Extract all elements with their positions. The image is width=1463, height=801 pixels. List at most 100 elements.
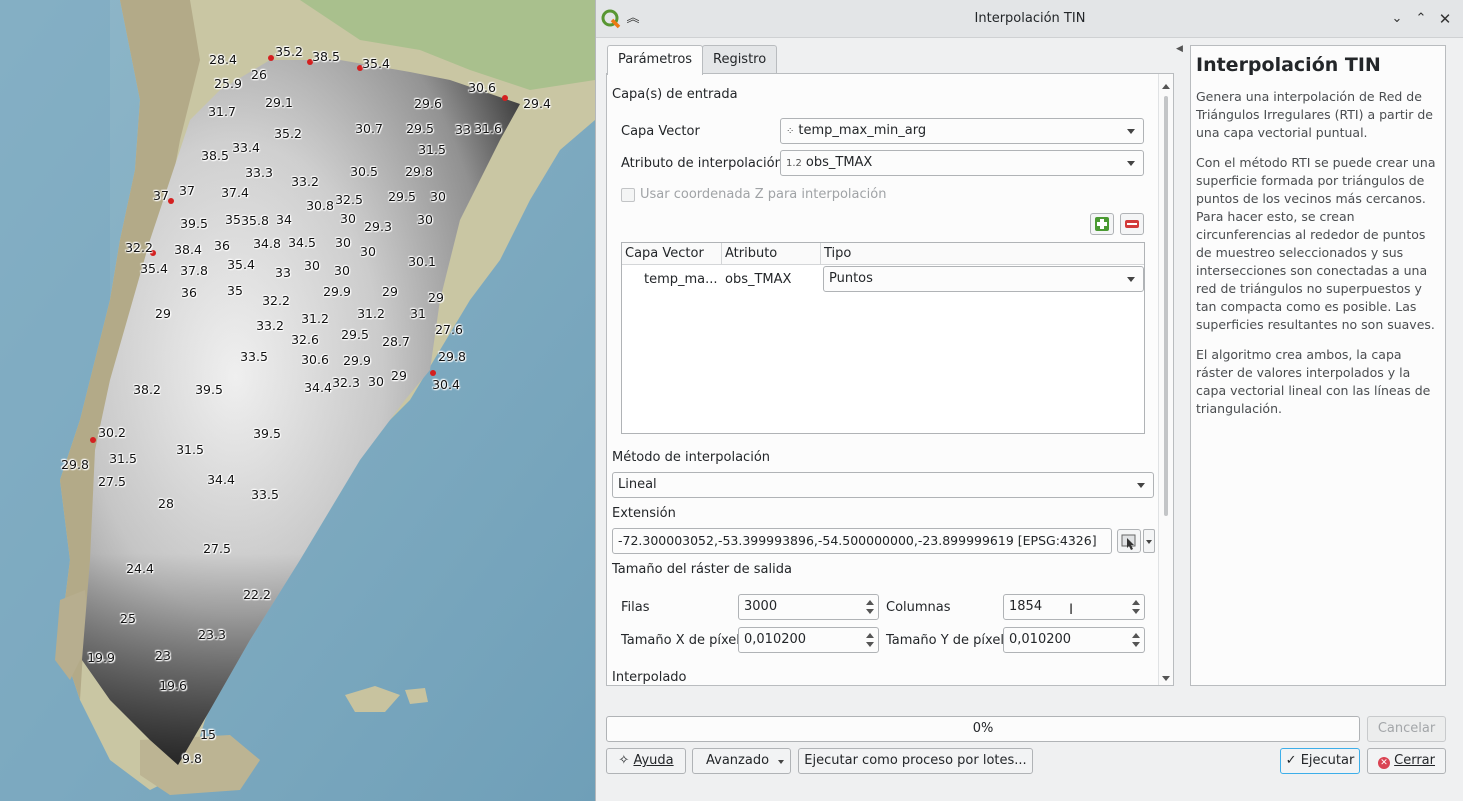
- run-button-label: Ejecutar: [1300, 753, 1355, 768]
- vector-layer-value: temp_max_min_arg: [798, 123, 927, 138]
- temperature-label: 32.3: [332, 374, 360, 390]
- help-paragraph-1: Genera una interpolación de Red de Trián…: [1196, 89, 1433, 140]
- temperature-label: 30.8: [306, 197, 334, 213]
- temperature-label: 31.5: [418, 141, 446, 157]
- cancel-button[interactable]: Cancelar: [1367, 716, 1446, 742]
- table-header-type[interactable]: Tipo: [821, 243, 1144, 265]
- close-icon: ✕: [1378, 757, 1390, 769]
- extent-options-button[interactable]: [1143, 529, 1155, 553]
- chevron-down-icon: [1146, 540, 1152, 544]
- temperature-label: 36: [214, 237, 230, 253]
- close-button[interactable]: ✕ Cerrar: [1367, 748, 1446, 774]
- temperature-label: 29: [391, 367, 407, 383]
- temperature-label: 29.8: [405, 163, 433, 179]
- scrollbar-thumb[interactable]: [1164, 96, 1168, 516]
- run-button[interactable]: ✓ Ejecutar: [1280, 748, 1360, 774]
- temperature-label: 30: [340, 210, 356, 226]
- pixel-y-label: Tamaño Y de píxel: [886, 633, 1004, 648]
- columns-spinbox[interactable]: 1854 Ⅰ: [1003, 594, 1145, 620]
- temperature-label: 37: [179, 182, 195, 198]
- raster-size-label: Tamaño del ráster de salida: [612, 562, 792, 577]
- spin-up-icon[interactable]: [866, 633, 874, 638]
- temperature-label: 38.5: [312, 48, 340, 64]
- tab-log[interactable]: Registro: [702, 45, 778, 74]
- temperature-label: 29: [428, 289, 444, 305]
- temperature-label: 35.8: [241, 212, 269, 228]
- temperature-label: 35: [225, 211, 241, 227]
- temperature-label: 30: [334, 262, 350, 278]
- close-button-label: Cerrar: [1394, 753, 1435, 768]
- scroll-up-icon[interactable]: [1162, 84, 1170, 89]
- advanced-button-label: Avanzado: [706, 753, 770, 768]
- temperature-label: 35: [227, 282, 243, 298]
- scroll-down-icon[interactable]: [1162, 676, 1170, 681]
- spin-up-icon[interactable]: [866, 600, 874, 605]
- temperature-label: 32.6: [291, 331, 319, 347]
- table-header-attribute[interactable]: Atributo: [722, 243, 821, 265]
- spin-down-icon[interactable]: [866, 609, 874, 614]
- temperature-label: 34.5: [288, 234, 316, 250]
- check-icon: ✓: [1285, 753, 1297, 768]
- temperature-label: 30: [368, 373, 384, 389]
- pixel-y-spinbox[interactable]: 0,010200: [1003, 627, 1145, 653]
- help-panel: Interpolación TIN Genera una interpolaci…: [1190, 45, 1446, 686]
- plus-icon: [1095, 217, 1109, 231]
- spin-up-icon[interactable]: [1132, 600, 1140, 605]
- interp-attr-combo[interactable]: 1.2 obs_TMAX: [780, 150, 1144, 176]
- temperature-label: 29.9: [323, 283, 351, 299]
- method-combo[interactable]: Lineal: [612, 472, 1154, 498]
- temperature-label: 27.6: [435, 321, 463, 337]
- use-z-checkbox[interactable]: [621, 188, 635, 202]
- minimize-icon[interactable]: ⌄: [1388, 10, 1406, 28]
- temperature-label: 29: [155, 305, 171, 321]
- spin-down-icon[interactable]: [866, 642, 874, 647]
- temperature-label: 30.1: [408, 253, 436, 269]
- temperature-label: 22.2: [243, 586, 271, 602]
- help-star-icon: ✧: [618, 753, 630, 768]
- pixel-x-value: 0,010200: [744, 632, 807, 647]
- temperature-label: 33.4: [232, 139, 260, 155]
- panel-scrollbar[interactable]: [1158, 74, 1173, 685]
- spin-up-icon[interactable]: [1132, 633, 1140, 638]
- temperature-label: 30.5: [350, 163, 378, 179]
- remove-layer-button[interactable]: [1120, 213, 1144, 235]
- collapse-help-icon[interactable]: ◀: [1176, 44, 1183, 54]
- temperature-label: 31.6: [474, 120, 502, 136]
- advanced-button[interactable]: Avanzado: [692, 748, 791, 774]
- progress-bar: 0%: [606, 716, 1360, 742]
- vector-layer-combo[interactable]: ⁘ temp_max_min_arg: [780, 118, 1144, 144]
- pixel-y-value: 0,010200: [1009, 632, 1072, 647]
- method-value: Lineal: [618, 477, 657, 492]
- add-layer-button[interactable]: [1090, 213, 1114, 235]
- temperature-label: 26: [251, 66, 267, 82]
- maximize-icon[interactable]: ⌃: [1412, 10, 1430, 28]
- minus-icon: [1125, 220, 1139, 228]
- interp-attr-label: Atributo de interpolación: [621, 156, 783, 171]
- temperature-label: 19.6: [159, 677, 187, 693]
- pixel-x-spinbox[interactable]: 0,010200: [738, 627, 879, 653]
- tab-parameters[interactable]: Parámetros: [607, 45, 704, 75]
- temperature-label: 29.5: [406, 120, 434, 136]
- spin-down-icon[interactable]: [1132, 609, 1140, 614]
- table-row[interactable]: temp_ma... obs_TMAX Puntos: [622, 266, 1144, 292]
- rows-spinbox[interactable]: 3000: [738, 594, 879, 620]
- help-button[interactable]: ✧ Ayuda: [606, 748, 686, 774]
- temperature-label: 23.3: [198, 626, 226, 642]
- temperature-label: 30.6: [301, 351, 329, 367]
- chevron-down-icon: [1127, 129, 1135, 134]
- extent-input[interactable]: -72.300003052,-53.399993896,-54.50000000…: [612, 528, 1112, 554]
- temperature-label: 31.7: [208, 103, 236, 119]
- temperature-label: 39.5: [195, 381, 223, 397]
- table-cell-type-combo[interactable]: Puntos: [823, 266, 1144, 292]
- temperature-label: 29.8: [61, 456, 89, 472]
- map-canvas[interactable]: 28.4 35.2 38.5 35.4 26 25.9 30.6 29.4 29.1 29.6 31…: [0, 0, 595, 801]
- text-cursor-icon: Ⅰ: [1069, 602, 1074, 618]
- point-layer-icon: ⁘: [786, 126, 795, 137]
- temperature-label: 29.3: [364, 218, 392, 234]
- spin-down-icon[interactable]: [1132, 642, 1140, 647]
- extent-select-button[interactable]: [1117, 529, 1141, 553]
- close-window-icon[interactable]: ✕: [1436, 10, 1454, 28]
- temperature-label: 31: [410, 305, 426, 321]
- table-header-layer[interactable]: Capa Vector: [622, 243, 722, 265]
- batch-button[interactable]: Ejecutar como proceso por lotes...: [798, 748, 1033, 774]
